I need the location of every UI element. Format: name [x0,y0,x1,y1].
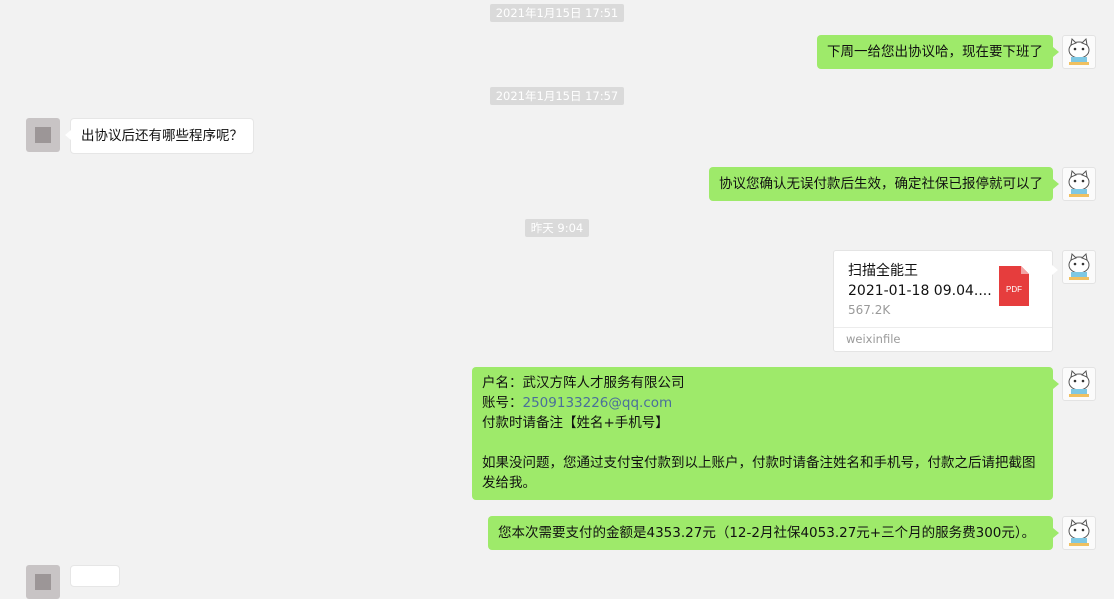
contact-avatar[interactable] [26,565,60,599]
timestamp-label: 2021年1月15日 17:57 [489,87,625,105]
file-size: 567.2K [848,303,891,317]
file-message-card[interactable]: 扫描全能王 2021-01-18 09.04.... 567.2K PDF we… [833,250,1058,352]
my-avatar[interactable] [1062,516,1096,550]
received-message-bubble[interactable] [70,565,120,587]
timestamp: 2021年1月15日 17:51 [0,4,1114,22]
pdf-file-icon: PDF [999,266,1029,306]
cartoon-cat-avatar-icon [1068,518,1090,546]
message-text: 协议您确认无误付款后生效，确定社保已报停就可以了 [719,176,1043,192]
timestamp-label: 2021年1月15日 17:51 [489,4,625,22]
my-avatar[interactable] [1062,167,1096,201]
file-subtitle: 2021-01-18 09.04.... [848,283,992,299]
file-source: weixinfile [846,332,901,346]
pdf-type-label: PDF [1006,285,1022,294]
cartoon-cat-avatar-icon [1068,37,1090,65]
avatar-image [35,574,51,590]
account-label: 账号： [482,395,523,411]
file-name: 扫描全能王 [848,263,918,279]
message-text: 您本次需要支付的金额是4353.27元（12-2月社保4053.27元+三个月的… [498,525,1036,541]
message-line: 户名：武汉方阵人才服务有限公司 [482,375,685,391]
my-avatar[interactable] [1062,250,1096,284]
timestamp: 昨天 9:04 [0,219,1114,237]
message-text: 下周一给您出协议哈，现在要下班了 [827,44,1043,60]
cartoon-cat-avatar-icon [1068,369,1090,397]
contact-avatar[interactable] [26,118,60,152]
sent-message-bubble[interactable]: 协议您确认无误付款后生效，确定社保已报停就可以了 [709,167,1059,201]
sent-message-bubble[interactable]: 户名：武汉方阵人才服务有限公司 账号：2509133226@qq.com 付款时… [472,367,1059,500]
timestamp: 2021年1月15日 17:57 [0,87,1114,105]
divider [834,327,1052,328]
timestamp-label: 昨天 9:04 [524,219,590,237]
avatar-image [35,127,51,143]
message-text: 出协议后还有哪些程序呢？ [81,128,243,144]
sent-message-bubble[interactable]: 您本次需要支付的金额是4353.27元（12-2月社保4053.27元+三个月的… [488,516,1059,550]
cartoon-cat-avatar-icon [1068,252,1090,280]
cartoon-cat-avatar-icon [1068,169,1090,197]
chat-message-area: 2021年1月15日 17:51 下周一给您出协议哈，现在要下班了 2021年1… [0,0,1114,599]
sent-message-bubble[interactable]: 下周一给您出协议哈，现在要下班了 [817,35,1059,69]
email-link[interactable]: 2509133226@qq.com [523,395,673,411]
message-line: 账号：2509133226@qq.com [482,393,1043,413]
message-line: 如果没问题，您通过支付宝付款到以上账户，付款时请备注姓名和手机号，付款之后请把截… [482,455,1036,491]
my-avatar[interactable] [1062,35,1096,69]
my-avatar[interactable] [1062,367,1096,401]
message-line: 付款时请备注【姓名+手机号】 [482,415,669,431]
received-message-bubble[interactable]: 出协议后还有哪些程序呢？ [65,118,254,154]
